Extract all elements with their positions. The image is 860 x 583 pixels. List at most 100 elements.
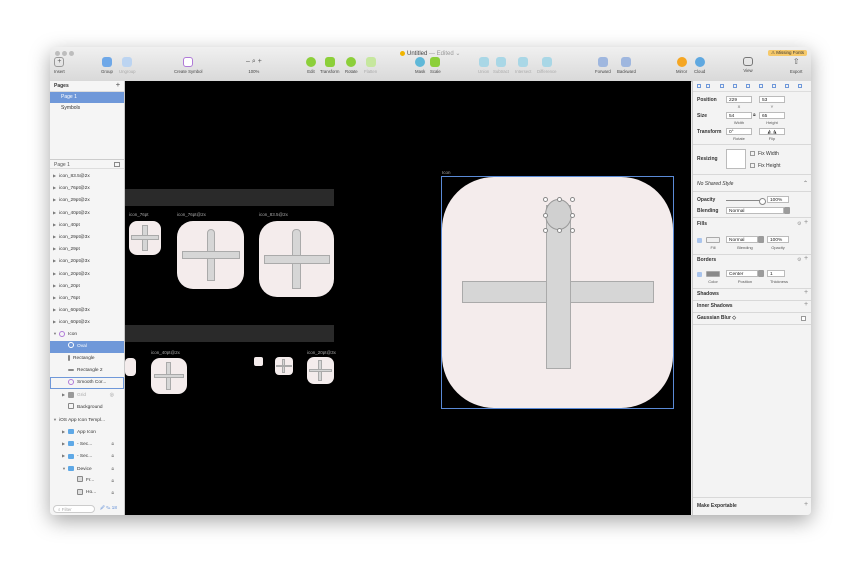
position-y-field[interactable]: 53	[759, 96, 785, 103]
zoom-window-button[interactable]	[69, 51, 74, 56]
layer-artboard[interactable]: ▶ icon_20pt@2x	[50, 268, 124, 280]
layer-ios-app-icon-template[interactable]: ▼ iOS App Icon Templ...	[50, 414, 124, 426]
flip-vertical-icon[interactable]: ◮	[773, 130, 777, 135]
align-bottom-icon[interactable]	[759, 84, 763, 88]
lock-icon[interactable]: 🔒︎	[111, 475, 114, 487]
fix-width-label[interactable]: Fix Width	[758, 151, 779, 157]
layer-artboard[interactable]: ▶ icon_76pt	[50, 292, 124, 304]
group-button[interactable]: Group	[101, 57, 113, 74]
layer-rectangle[interactable]: Rectangle	[50, 353, 124, 365]
flip-buttons[interactable]: ◭ ◮	[759, 128, 785, 135]
fill-blending-select[interactable]: Normal	[726, 236, 758, 243]
align-center-icon[interactable]	[706, 84, 710, 88]
lock-proportions-icon[interactable]: 🔒︎	[753, 112, 756, 118]
fill-enabled-checkbox[interactable]	[697, 238, 702, 243]
cloud-button[interactable]: Cloud	[694, 57, 705, 74]
border-thickness-field[interactable]: 1	[767, 270, 785, 277]
fix-height-icon[interactable]	[750, 163, 755, 168]
shared-style-select[interactable]: No Shared Style	[697, 181, 733, 187]
minimize-window-button[interactable]	[62, 51, 67, 56]
layer-artboard[interactable]: ▶ icon_40pt@2x	[50, 207, 124, 219]
align-right-icon[interactable]	[720, 84, 724, 88]
zoom-control[interactable]: – ⌕ +100%	[246, 57, 262, 74]
layer-smooth-corners[interactable]: Smooth Cor...	[50, 377, 124, 390]
app-icon-thumbnail[interactable]	[125, 358, 136, 376]
layer-artboard[interactable]: ▶ icon_40pt	[50, 219, 124, 231]
layer-section[interactable]: ▶ - Sec... 🔒︎	[50, 438, 124, 450]
subtract-button[interactable]: Subtract	[493, 57, 509, 74]
align-middle-icon[interactable]	[746, 84, 750, 88]
layer-grid[interactable]: ▶ Grid ◎	[50, 389, 124, 401]
app-icon-thumbnail[interactable]	[275, 357, 293, 375]
lock-icon[interactable]: 🔒︎	[111, 487, 114, 499]
add-page-icon[interactable]: +	[116, 81, 120, 91]
layer-device[interactable]: ▼ Device 🔒︎	[50, 463, 124, 475]
blur-enabled-checkbox[interactable]	[801, 316, 806, 321]
eye-hidden-icon[interactable]: ◎	[110, 389, 114, 401]
chevron-down-icon[interactable]	[758, 236, 764, 243]
layer-oval[interactable]: Oval	[50, 340, 124, 353]
layer-rectangle-2[interactable]: Rectangle 2	[50, 365, 124, 377]
canvas[interactable]: icon_76pt icon_76pt@2x icon_83.5@2x icon…	[125, 81, 691, 515]
layer-artboard[interactable]: ▶ icon_83.5@2x	[50, 170, 124, 182]
intersect-button[interactable]: Intersect	[515, 57, 531, 74]
fix-height-label[interactable]: Fix Height	[758, 163, 781, 169]
insert-button[interactable]: + Insert	[54, 57, 65, 74]
export-button[interactable]: ⇧ Export	[790, 57, 802, 74]
layer-app-icon[interactable]: ▶ App Icon	[50, 426, 124, 438]
app-icon-thumbnail[interactable]	[307, 357, 334, 384]
align-baseline-icon[interactable]	[798, 84, 802, 88]
page-item-symbols[interactable]: Symbols	[50, 103, 124, 114]
opacity-slider-track[interactable]	[726, 200, 762, 201]
opacity-slider-knob[interactable]	[759, 198, 766, 205]
chevron-down-icon[interactable]	[784, 207, 790, 214]
width-field[interactable]: 54	[726, 112, 752, 119]
opacity-field[interactable]: 100%	[767, 196, 789, 203]
lock-icon[interactable]: 🔒︎	[111, 463, 114, 475]
add-shadow-icon[interactable]: +	[804, 289, 808, 296]
gaussian-blur-select[interactable]: Gaussian Blur ◇	[697, 315, 736, 321]
layer-filter-input[interactable]: ⌕ Filter	[53, 505, 95, 513]
border-enabled-checkbox[interactable]	[697, 272, 702, 277]
lock-icon[interactable]: 🔒︎	[111, 450, 114, 462]
view-button[interactable]: View	[743, 57, 753, 73]
collapse-layers-icon[interactable]	[114, 162, 120, 167]
gear-icon[interactable]: ⚙	[797, 221, 801, 227]
distribute-horizontal-icon[interactable]	[772, 84, 776, 88]
layer-artboard[interactable]: ▶ icon_20pt@3x	[50, 255, 124, 267]
layer-background[interactable]: Background	[50, 402, 124, 414]
add-inner-shadow-icon[interactable]: +	[804, 301, 808, 308]
fill-color-swatch[interactable]	[706, 237, 720, 243]
missing-fonts-button[interactable]: ⚠ Missing Fonts	[767, 50, 807, 56]
align-top-icon[interactable]	[733, 84, 737, 88]
add-export-icon[interactable]: +	[804, 501, 808, 508]
ungroup-button[interactable]: Ungroup	[119, 57, 135, 74]
layer-artboard[interactable]: ▶ icon_29pt@2x	[50, 194, 124, 206]
layer-section[interactable]: ▶ - Sec... 🔒︎	[50, 450, 124, 462]
layer-image[interactable]: Ho... 🔒︎	[50, 487, 124, 499]
border-color-swatch[interactable]	[706, 271, 720, 277]
resizing-constraints-widget[interactable]	[726, 149, 746, 169]
flatten-button[interactable]: Flatten	[364, 57, 377, 74]
page-item-page-1[interactable]: Page 1	[50, 92, 124, 103]
fill-opacity-field[interactable]: 100%	[767, 236, 789, 243]
layer-artboard[interactable]: ▶ icon_60pt@3x	[50, 304, 124, 316]
union-button[interactable]: Union	[478, 57, 489, 74]
mask-button[interactable]: Mask	[415, 57, 425, 74]
chevron-updown-icon[interactable]: ⌃	[803, 180, 808, 187]
create-symbol-button[interactable]: Create Symbol	[174, 57, 202, 74]
chevron-down-icon[interactable]	[758, 270, 764, 277]
align-left-icon[interactable]	[697, 84, 701, 88]
position-x-field[interactable]: 229	[726, 96, 752, 103]
fix-width-icon[interactable]	[750, 151, 755, 156]
mirror-button[interactable]: Mirror	[676, 57, 687, 74]
edit-button[interactable]: Edit	[306, 57, 316, 74]
border-position-select[interactable]: Center	[726, 270, 758, 277]
add-border-icon[interactable]: +	[804, 255, 808, 262]
lock-icon[interactable]: 🔒︎	[111, 438, 114, 450]
layer-artboard[interactable]: ▶ icon_29pt	[50, 243, 124, 255]
flip-horizontal-icon[interactable]: ◭	[768, 130, 772, 135]
difference-button[interactable]: Difference	[537, 57, 557, 74]
distribute-vertical-icon[interactable]	[785, 84, 789, 88]
layer-symbol-icon[interactable]: ▼ Icon	[50, 328, 124, 340]
